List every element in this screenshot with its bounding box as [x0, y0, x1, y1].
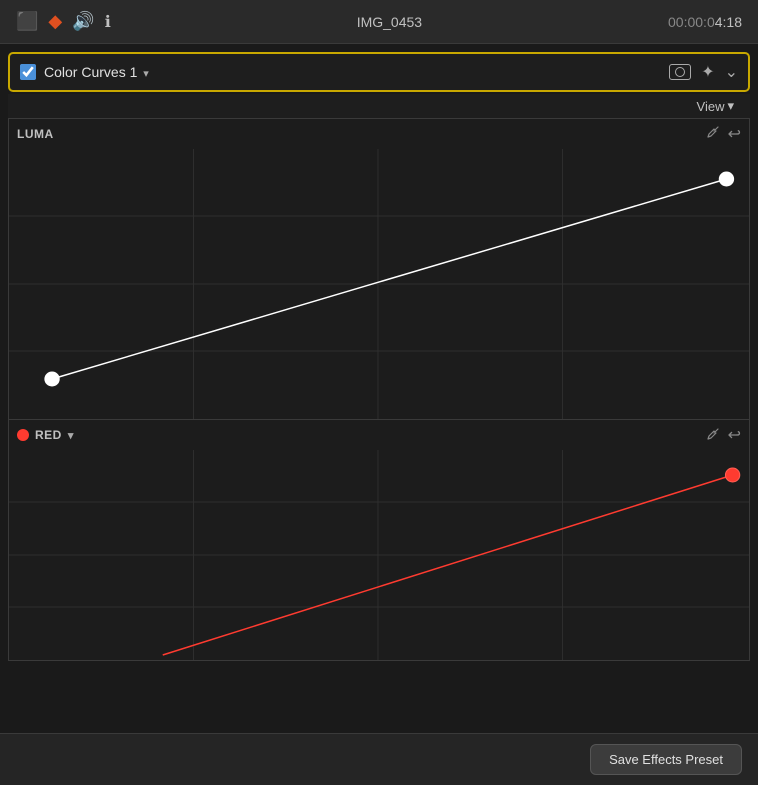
effect-header: Color Curves 1 ▾ ✦ ⌄ — [8, 52, 750, 92]
sparkle-icon[interactable]: ✦ — [701, 62, 714, 82]
chevron-down-icon[interactable]: ⌄ — [725, 62, 738, 82]
view-button[interactable]: View ▾ — [697, 98, 734, 114]
luma-panel-header: LUMA ↩ — [9, 119, 749, 149]
effect-enable-checkbox[interactable] — [20, 64, 36, 80]
speaker-icon: 🔊 — [72, 11, 94, 32]
effect-name-chevron[interactable]: ▾ — [143, 68, 149, 80]
luma-curve-svg — [9, 149, 749, 419]
curves-container: LUMA ↩ — [8, 118, 750, 661]
red-panel-icons: ↩ — [706, 425, 741, 445]
mask-icon-inner — [675, 67, 685, 77]
luma-label: LUMA — [17, 127, 54, 141]
red-dot-icon — [17, 429, 29, 441]
luma-eyedropper-icon[interactable] — [706, 125, 720, 143]
info-icon: ℹ — [105, 12, 111, 32]
red-curve-canvas[interactable] — [9, 450, 749, 660]
red-chevron-icon[interactable]: ▾ — [68, 429, 74, 442]
red-panel-header: RED ▾ ↩ — [9, 420, 749, 450]
luma-reset-icon[interactable]: ↩ — [728, 124, 741, 144]
mask-icon[interactable] — [669, 64, 691, 80]
file-name: IMG_0453 — [357, 14, 422, 30]
toolbar: ⬛ ◆ 🔊 ℹ IMG_0453 00:00:04:18 — [0, 0, 758, 44]
luma-curve-canvas[interactable] — [9, 149, 749, 419]
view-row: View ▾ — [8, 94, 750, 118]
timecode: 00:00:04:18 — [668, 14, 742, 30]
effect-header-icons: ✦ ⌄ — [669, 62, 738, 82]
luma-panel-icons: ↩ — [706, 124, 741, 144]
bottom-bar: Save Effects Preset — [0, 733, 758, 785]
effect-name: Color Curves 1 ▾ — [44, 64, 661, 80]
view-label: View — [697, 99, 725, 114]
save-effects-preset-button[interactable]: Save Effects Preset — [590, 744, 742, 775]
view-chevron: ▾ — [727, 98, 734, 114]
prism-icon: ◆ — [48, 11, 62, 32]
time-accent: 4:18 — [715, 14, 742, 30]
red-reset-icon[interactable]: ↩ — [728, 425, 741, 445]
red-label: RED ▾ — [17, 428, 74, 442]
red-panel: RED ▾ ↩ — [8, 420, 750, 661]
toolbar-left: ⬛ ◆ 🔊 ℹ — [16, 11, 111, 32]
red-eyedropper-icon[interactable] — [706, 427, 720, 444]
time-static: 00:00:0 — [668, 14, 715, 30]
red-label-text: RED — [35, 428, 62, 442]
luma-panel: LUMA ↩ — [8, 118, 750, 420]
film-icon: ⬛ — [16, 11, 38, 32]
effect-name-text: Color Curves 1 — [44, 64, 137, 80]
red-curve-svg — [9, 450, 749, 660]
